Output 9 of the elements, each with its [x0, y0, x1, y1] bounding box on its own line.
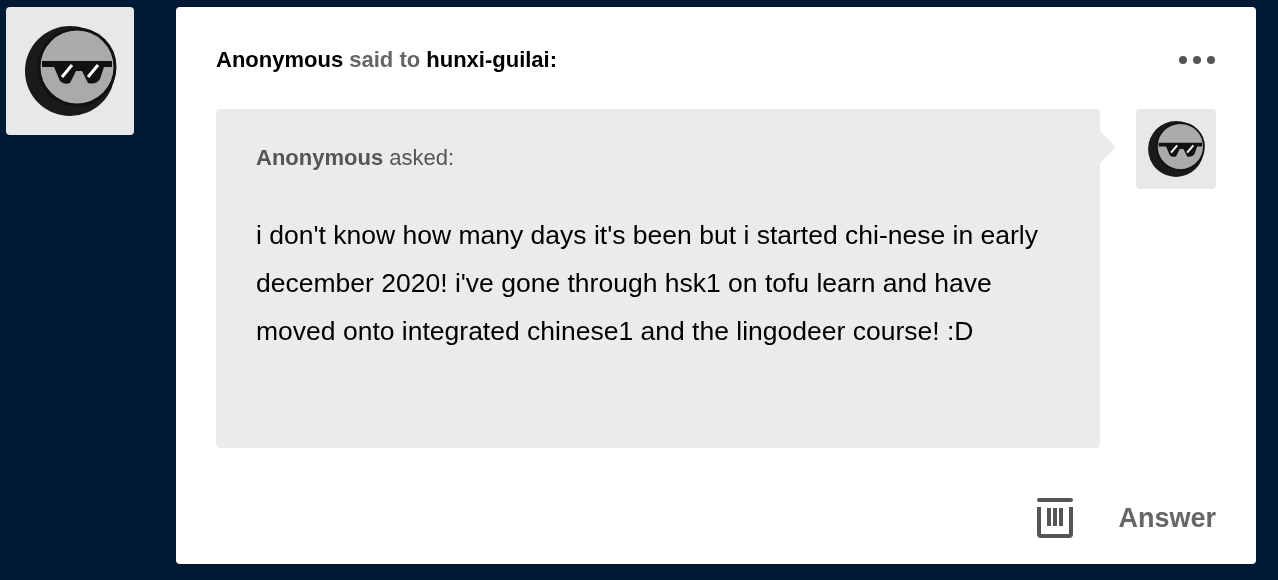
avatar[interactable]: [6, 7, 134, 135]
answer-button[interactable]: Answer: [1118, 502, 1216, 534]
more-options-icon[interactable]: [1178, 55, 1216, 65]
question-text: i don't know how many days it's been but i started chi-nese in early december 2020! i've gone through hsk1 on tofu learn and have moved onto integrated chinese1 and the lingodeer course! :D: [256, 219, 1039, 348]
post-header: Anonymous said to hunxi-guilai:: [216, 47, 558, 73]
trash-icon[interactable]: [1036, 498, 1075, 538]
avatar[interactable]: [1136, 109, 1216, 189]
asker-line: Anonymous asked:: [256, 145, 456, 171]
avatar-icon: [1145, 118, 1207, 180]
